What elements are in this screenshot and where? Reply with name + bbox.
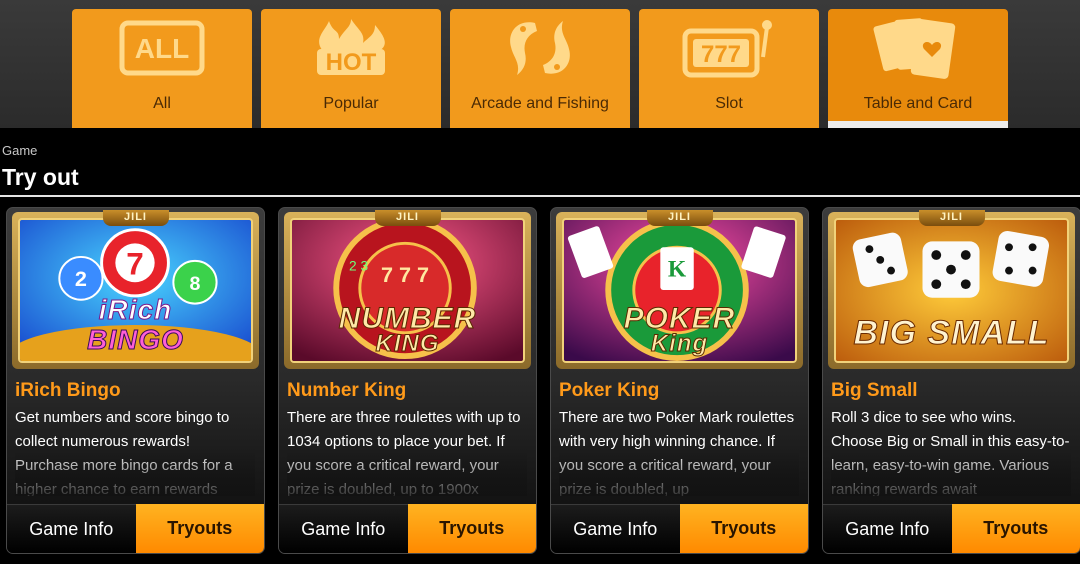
game-description: There are three roulettes with up to 103… [287, 406, 527, 496]
tryouts-button[interactable]: Tryouts [951, 504, 1080, 553]
game-thumbnail[interactable]: K POKER King [562, 218, 797, 363]
tryouts-button[interactable]: Tryouts [135, 504, 264, 553]
game-info-button[interactable]: Game Info [823, 504, 952, 553]
tab-table-card[interactable]: Table and Card [828, 9, 1008, 128]
card-actions: Game Info Tryouts [7, 504, 264, 553]
game-title: Big Small [831, 380, 918, 401]
game-card-number-king: JILI 7 7 7 2 3 NUMBER KING Number King T… [278, 207, 537, 554]
game-info-button[interactable]: Game Info [551, 504, 680, 553]
game-description: There are two Poker Mark roulettes with … [559, 406, 799, 496]
card-actions: Game Info Tryouts [823, 504, 1080, 553]
provider-badge: JILI [646, 210, 713, 226]
active-tab-indicator [828, 121, 1008, 128]
provider-badge: JILI [102, 210, 169, 226]
game-title: iRich Bingo [15, 380, 121, 401]
svg-text:8: 8 [190, 273, 201, 295]
game-description: Get numbers and score bingo to collect n… [15, 406, 255, 496]
tab-all[interactable]: ALL All [72, 9, 252, 128]
game-card-irich-bingo: JILI 2 8 7 iRich BINGO iRich Bingo Get n… [6, 207, 265, 554]
provider-badge: JILI [918, 210, 985, 226]
section-divider [0, 195, 1080, 197]
game-thumbnail-frame: JILI K POKER King [556, 210, 803, 369]
text-fade [287, 448, 527, 496]
game-thumbnail-frame: JILI BIG SMALL [828, 210, 1075, 369]
thumbnail-title: iRich [98, 294, 173, 326]
category-tab-bar: ALL All HOT Popular Arcade and Fishing 7… [0, 0, 1080, 128]
fish-icon [495, 15, 585, 81]
thumbnail-subtitle: KING [375, 330, 440, 358]
game-card-big-small: JILI BIG SMALL Big Small Roll 3 dice to … [822, 207, 1080, 554]
game-card-poker-king: JILI K POKER King Poker King There are t… [550, 207, 809, 554]
game-thumbnail[interactable]: 7 7 7 2 3 NUMBER KING [290, 218, 525, 363]
svg-text:2 3: 2 3 [349, 259, 368, 274]
game-info-button[interactable]: Game Info [279, 504, 408, 553]
section-title: Try out [2, 164, 79, 190]
text-fade [559, 448, 799, 496]
game-thumbnail-frame: JILI 2 8 7 iRich BINGO [12, 210, 259, 369]
svg-text:7: 7 [126, 247, 143, 282]
game-description: Roll 3 dice to see who wins. Choose Big … [831, 406, 1071, 496]
tryouts-button[interactable]: Tryouts [679, 504, 808, 553]
svg-text:7 7 7: 7 7 7 [381, 263, 429, 287]
provider-badge: JILI [374, 210, 441, 226]
game-title: Poker King [559, 380, 660, 401]
text-fade [831, 448, 1071, 496]
game-title: Number King [287, 380, 407, 401]
breadcrumb[interactable]: Game [2, 143, 37, 158]
card-actions: Game Info Tryouts [551, 504, 808, 553]
all-icon: ALL [119, 15, 205, 81]
tab-label: All [153, 95, 171, 112]
game-thumbnail[interactable]: 2 8 7 iRich BINGO [18, 218, 253, 363]
tab-slot[interactable]: 777 Slot [639, 9, 819, 128]
slot-machine-icon: 777 [681, 15, 777, 81]
game-thumbnail-frame: JILI 7 7 7 2 3 NUMBER KING [284, 210, 531, 369]
text-fade [15, 448, 255, 496]
tab-label: Popular [323, 95, 379, 112]
svg-text:777: 777 [701, 41, 741, 68]
hot-icon: HOT [303, 15, 399, 81]
playing-cards-icon [872, 15, 964, 81]
svg-text:2: 2 [75, 267, 87, 291]
card-actions: Game Info Tryouts [279, 504, 536, 553]
svg-text:ALL: ALL [135, 33, 189, 64]
tab-label: Arcade and Fishing [471, 95, 609, 112]
svg-text:HOT: HOT [326, 49, 377, 76]
thumbnail-title: BIG SMALL [853, 314, 1050, 353]
thumbnail-subtitle: BINGO [87, 324, 184, 356]
tab-arcade-fishing[interactable]: Arcade and Fishing [450, 9, 630, 128]
svg-text:K: K [668, 257, 687, 283]
tryouts-button[interactable]: Tryouts [407, 504, 536, 553]
tab-popular[interactable]: HOT Popular [261, 9, 441, 128]
game-info-button[interactable]: Game Info [7, 504, 136, 553]
game-thumbnail[interactable]: BIG SMALL [834, 218, 1069, 363]
tab-label: Slot [715, 95, 743, 112]
tab-label: Table and Card [863, 95, 973, 112]
thumbnail-subtitle: King [650, 330, 709, 358]
